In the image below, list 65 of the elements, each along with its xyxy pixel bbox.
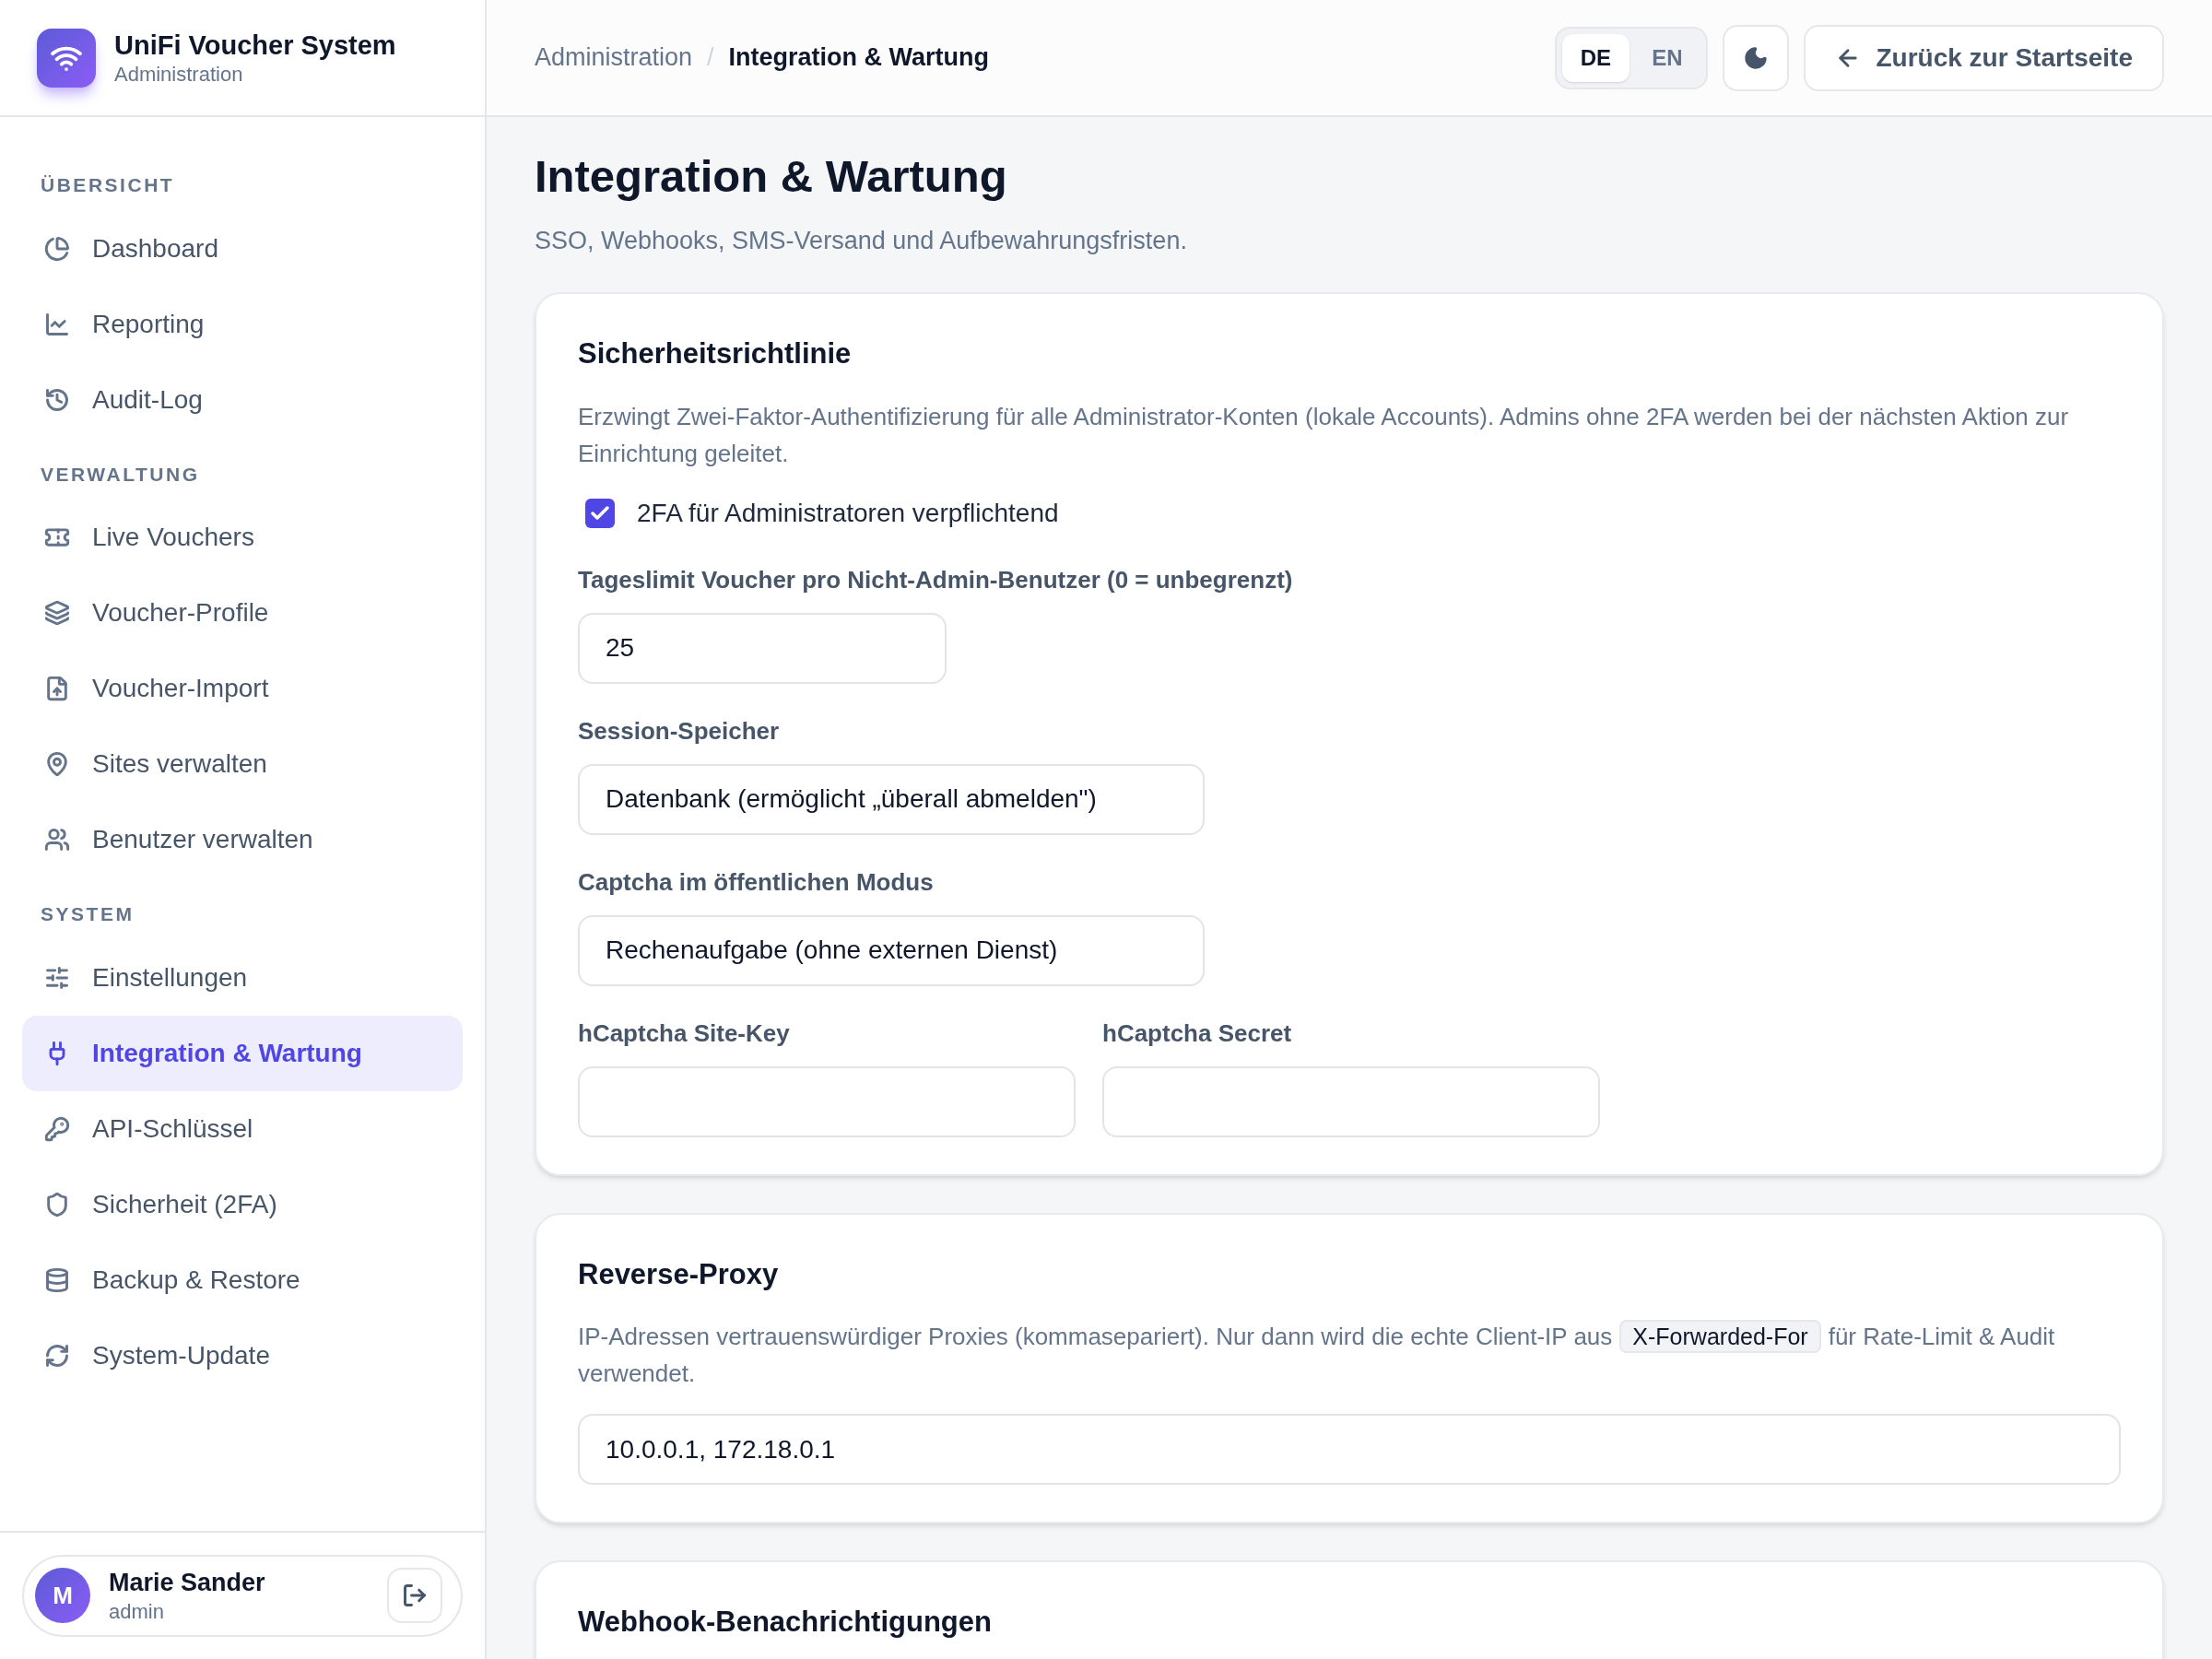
nav-item[interactable]: Audit-Log (22, 361, 463, 438)
section-heading: ÜBERSICHT (40, 173, 176, 197)
database-icon (44, 1266, 70, 1293)
logout-button[interactable] (387, 1568, 442, 1624)
users-icon (44, 827, 70, 853)
sliders-icon (44, 964, 70, 991)
card-title: Reverse-Proxy (578, 1256, 780, 1292)
checkbox[interactable] (585, 498, 615, 528)
nav-item[interactable]: Integration & Wartung (22, 1015, 463, 1091)
page-subtitle: SSO, Webhooks, SMS-Versand und Aufbewahrungsfristen. (535, 225, 1188, 256)
shield-icon (44, 1191, 70, 1218)
field-label: Session-Speicher (578, 715, 781, 747)
nav-item[interactable]: Voucher-Import (22, 651, 463, 726)
moon-icon (1743, 44, 1770, 71)
nav-item[interactable]: Einstellungen (22, 939, 463, 1016)
input-field[interactable]: Rechenaufgabe (ohne externen Dienst) (578, 914, 1205, 986)
breadcrumb-link[interactable]: Administration (535, 39, 693, 76)
user-name: Marie Sander (109, 1567, 266, 1598)
pie-chart-icon (44, 235, 70, 262)
code-chip: X-Forwarded-For (1619, 1320, 1821, 1353)
line-chart-icon (44, 311, 70, 337)
input-field[interactable] (1102, 1065, 1600, 1137)
field-label: Tageslimit Voucher pro Nicht-Admin-Benutzer (0 = unbegrenzt) (578, 564, 1294, 595)
field-label: Captcha im öffentlichen Modus (578, 866, 935, 898)
language-option[interactable]: DE (1561, 33, 1630, 82)
field-label: hCaptcha Secret (1102, 1018, 1293, 1049)
history-icon (44, 386, 70, 413)
user-avatar: M (35, 1568, 90, 1624)
nav-item[interactable]: Benutzer verwalten (22, 802, 463, 877)
back-button[interactable]: Zurück zur Startseite (1804, 24, 2164, 91)
refresh-icon (44, 1342, 70, 1369)
file-upload-icon (44, 676, 70, 701)
logout-icon (402, 1583, 428, 1609)
input-field[interactable] (578, 1065, 1076, 1137)
nav-item[interactable]: Live Vouchers (22, 500, 463, 575)
nav-item[interactable]: Reporting (22, 286, 463, 362)
map-pin-icon (44, 751, 70, 777)
nav-item[interactable]: Sicherheit (2FA) (22, 1166, 463, 1242)
card-description: IP-Adressen vertrauenswürdiger Proxies (kommasepariert). Nur dann wird die echte Client-IP aus X-Forwarded-For für Rate-Limit & Audit verwendet. (578, 1318, 2121, 1392)
field-label: hCaptcha Site-Key (578, 1018, 791, 1049)
page-title: Integration & Wartung (535, 150, 1008, 203)
input-field[interactable]: Datenbank (ermöglicht „überall abmelden") (578, 763, 1205, 835)
card-description: Erzwingt Zwei-Faktor-Authentifizierung für alle Administrator-Konten (lokale Accounts). Admins ohne 2FA werden bei der nächsten Aktion zur Einrichtung geleitet. (578, 401, 2070, 469)
breadcrumb-separator: / (707, 42, 714, 74)
nav-item[interactable]: Voucher-Profile (22, 575, 463, 651)
card-title: Sicherheitsrichtlinie (578, 336, 853, 371)
nav-item[interactable]: API-Schlüssel (22, 1090, 463, 1167)
input-field[interactable]: 10.0.0.1, 172.18.0.1 (578, 1414, 2121, 1485)
section-heading: VERWALTUNG (40, 462, 201, 487)
key-icon (44, 1115, 70, 1142)
card-title: Webhook-Benachrichtigungen (578, 1605, 993, 1640)
nav-item[interactable]: Sites verwalten (22, 726, 463, 802)
nav-item[interactable]: System-Update (22, 1317, 463, 1394)
layers-icon (44, 600, 70, 626)
checkbox-label: 2FA für Administratoren verpflichtend (637, 497, 1059, 529)
language-option[interactable]: EN (1633, 33, 1701, 82)
nav-item[interactable]: Backup & Restore (22, 1241, 463, 1318)
section-heading: SYSTEM (40, 902, 135, 926)
app-title: UniFi Voucher System (114, 29, 396, 62)
theme-toggle-button[interactable] (1723, 24, 1790, 91)
input-field[interactable]: 25 (578, 612, 947, 684)
app-subtitle: Administration (114, 61, 244, 88)
nav-item[interactable]: Dashboard (22, 210, 463, 287)
user-role: admin (109, 1598, 165, 1624)
breadcrumb-current: Integration & Wartung (728, 42, 990, 74)
